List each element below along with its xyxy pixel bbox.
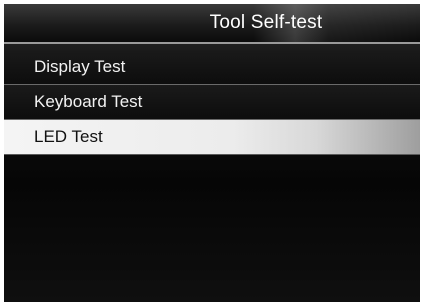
menu-item-label: Display Test (34, 57, 126, 76)
menu-item-label: LED Test (34, 127, 103, 146)
menu-item-label: Keyboard Test (34, 92, 143, 111)
device-screen: Tool Self-test Display Test Keyboard Tes… (0, 0, 424, 306)
test-menu: Display Test Keyboard Test LED Test (4, 50, 420, 155)
menu-item-keyboard-test[interactable]: Keyboard Test (4, 85, 420, 120)
title-bar: Tool Self-test (4, 4, 420, 44)
menu-item-display-test[interactable]: Display Test (4, 50, 420, 85)
page-title: Tool Self-test (209, 12, 323, 33)
menu-item-led-test[interactable]: LED Test (4, 120, 420, 155)
